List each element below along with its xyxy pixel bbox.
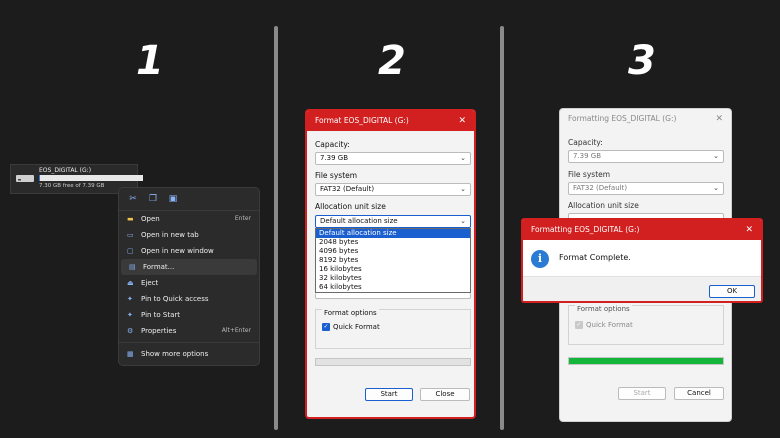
format-dialog-title: Format EOS_DIGITAL (G:) [315, 116, 409, 125]
chevron-down-icon: ⌄ [460, 154, 466, 162]
capacity-label: Capacity: [568, 138, 603, 147]
format-options-group: Format options ✓ Quick Format [568, 305, 724, 345]
quick-format-checkbox[interactable]: ✓ [322, 323, 330, 331]
file-system-select: FAT32 (Default) ⌄ [568, 182, 724, 195]
format-icon: ▤ [129, 263, 136, 271]
eject-icon: ⏏ [127, 279, 134, 287]
close-icon[interactable]: ✕ [715, 109, 723, 129]
popup-title: Formatting EOS_DIGITAL (G:) [531, 225, 640, 234]
menu-item-properties[interactable]: ⚙ Properties Alt+Enter [119, 323, 259, 339]
rename-icon[interactable]: ▣ [167, 193, 179, 205]
info-icon: i [531, 250, 549, 268]
close-button[interactable]: Close [420, 388, 470, 401]
format-dialog-titlebar: Format EOS_DIGITAL (G:) ✕ [307, 111, 474, 131]
menu-item-open-new-window[interactable]: ▢ Open in new window [119, 243, 259, 259]
formatting-dialog-title: Formatting EOS_DIGITAL (G:) [568, 114, 677, 123]
volume-label-field[interactable] [315, 293, 471, 299]
drive-free-space: 7.30 GB free of 7.39 GB [39, 183, 105, 189]
drive-usage-bar [39, 175, 143, 181]
capacity-select: 7.39 GB ⌄ [568, 150, 724, 163]
close-icon[interactable]: ✕ [745, 220, 753, 240]
menu-item-pin-start[interactable]: ✦ Pin to Start [119, 307, 259, 323]
menu-separator [119, 342, 259, 343]
menu-item-show-more-options[interactable]: ▦ Show more options [119, 346, 259, 362]
format-options-label: Format options [322, 309, 379, 317]
step-number-1: 1 [136, 38, 164, 84]
start-button[interactable]: Start [365, 388, 413, 401]
close-icon[interactable]: ✕ [458, 111, 466, 131]
context-menu-quick-actions: ✂ ❐ ▣ [119, 188, 259, 211]
panel-divider [500, 26, 504, 430]
drive-name: EOS_DIGITAL (G:) [39, 167, 92, 174]
wrench-icon: ⚙ [127, 327, 134, 335]
allocation-unit-label: Allocation unit size [568, 201, 639, 210]
chevron-down-icon: ⌄ [460, 185, 466, 193]
file-system-label: File system [315, 171, 358, 180]
panel-divider [274, 26, 278, 430]
step-number-3: 3 [628, 38, 656, 84]
more-icon: ▦ [127, 350, 134, 358]
start-button: Start [618, 387, 666, 400]
drive-icon [16, 175, 34, 182]
format-options-group: Format options ✓ Quick Format [315, 309, 471, 349]
chevron-down-icon: ⌄ [713, 152, 719, 160]
format-options-label: Format options [575, 305, 632, 313]
chevron-down-icon: ⌄ [460, 217, 466, 225]
format-complete-popup: Formatting EOS_DIGITAL (G:) ✕ i Format C… [521, 218, 763, 303]
allocation-unit-select[interactable]: Default allocation size ⌄ [315, 215, 471, 228]
file-system-label: File system [568, 170, 611, 179]
popup-footer: OK [523, 276, 761, 301]
quick-format-label: Quick Format [333, 323, 380, 331]
format-progress-bar [568, 357, 724, 365]
capacity-label: Capacity: [315, 140, 350, 149]
dropdown-option[interactable]: 4096 bytes [316, 247, 470, 256]
pin-icon: ✦ [127, 311, 133, 319]
menu-item-eject[interactable]: ⏏ Eject [119, 275, 259, 291]
quick-format-checkbox: ✓ [575, 321, 583, 329]
ok-button[interactable]: OK [709, 285, 755, 298]
cancel-button[interactable]: Cancel [674, 387, 724, 400]
format-progress-bar [315, 358, 471, 366]
dropdown-option[interactable]: 64 kilobytes [316, 283, 470, 292]
allocation-unit-label: Allocation unit size [315, 202, 386, 211]
cut-icon[interactable]: ✂ [127, 193, 139, 205]
window-icon: ▢ [127, 247, 134, 255]
tab-icon: ▭ [127, 231, 134, 239]
copy-icon[interactable]: ❐ [147, 193, 159, 205]
pin-icon: ✦ [127, 295, 133, 303]
dropdown-option[interactable]: 2048 bytes [316, 238, 470, 247]
allocation-unit-dropdown: Default allocation size 2048 bytes 4096 … [315, 228, 471, 293]
file-system-select[interactable]: FAT32 (Default) ⌄ [315, 183, 471, 196]
capacity-select[interactable]: 7.39 GB ⌄ [315, 152, 471, 165]
step-number-2: 2 [378, 38, 406, 84]
popup-message: Format Complete. [559, 253, 631, 262]
menu-item-open-new-tab[interactable]: ▭ Open in new tab [119, 227, 259, 243]
popup-titlebar: Formatting EOS_DIGITAL (G:) ✕ [523, 220, 761, 240]
dropdown-option[interactable]: Default allocation size [316, 229, 470, 238]
menu-item-format[interactable]: ▤ Format... [121, 259, 257, 275]
dropdown-option[interactable]: 32 kilobytes [316, 274, 470, 283]
dropdown-option[interactable]: 8192 bytes [316, 256, 470, 265]
formatting-dialog-titlebar: Formatting EOS_DIGITAL (G:) ✕ [560, 109, 731, 129]
chevron-down-icon: ⌄ [713, 184, 719, 192]
menu-item-open[interactable]: ▬ Open Enter [119, 211, 259, 227]
folder-icon: ▬ [127, 215, 134, 223]
format-dialog: Format EOS_DIGITAL (G:) ✕ Capacity: 7.39… [305, 109, 476, 419]
quick-format-label: Quick Format [586, 321, 633, 329]
dropdown-option[interactable]: 16 kilobytes [316, 265, 470, 274]
context-menu: ✂ ❐ ▣ ▬ Open Enter ▭ Open in new tab ▢ Open … [118, 187, 260, 366]
menu-item-pin-quick-access[interactable]: ✦ Pin to Quick access [119, 291, 259, 307]
